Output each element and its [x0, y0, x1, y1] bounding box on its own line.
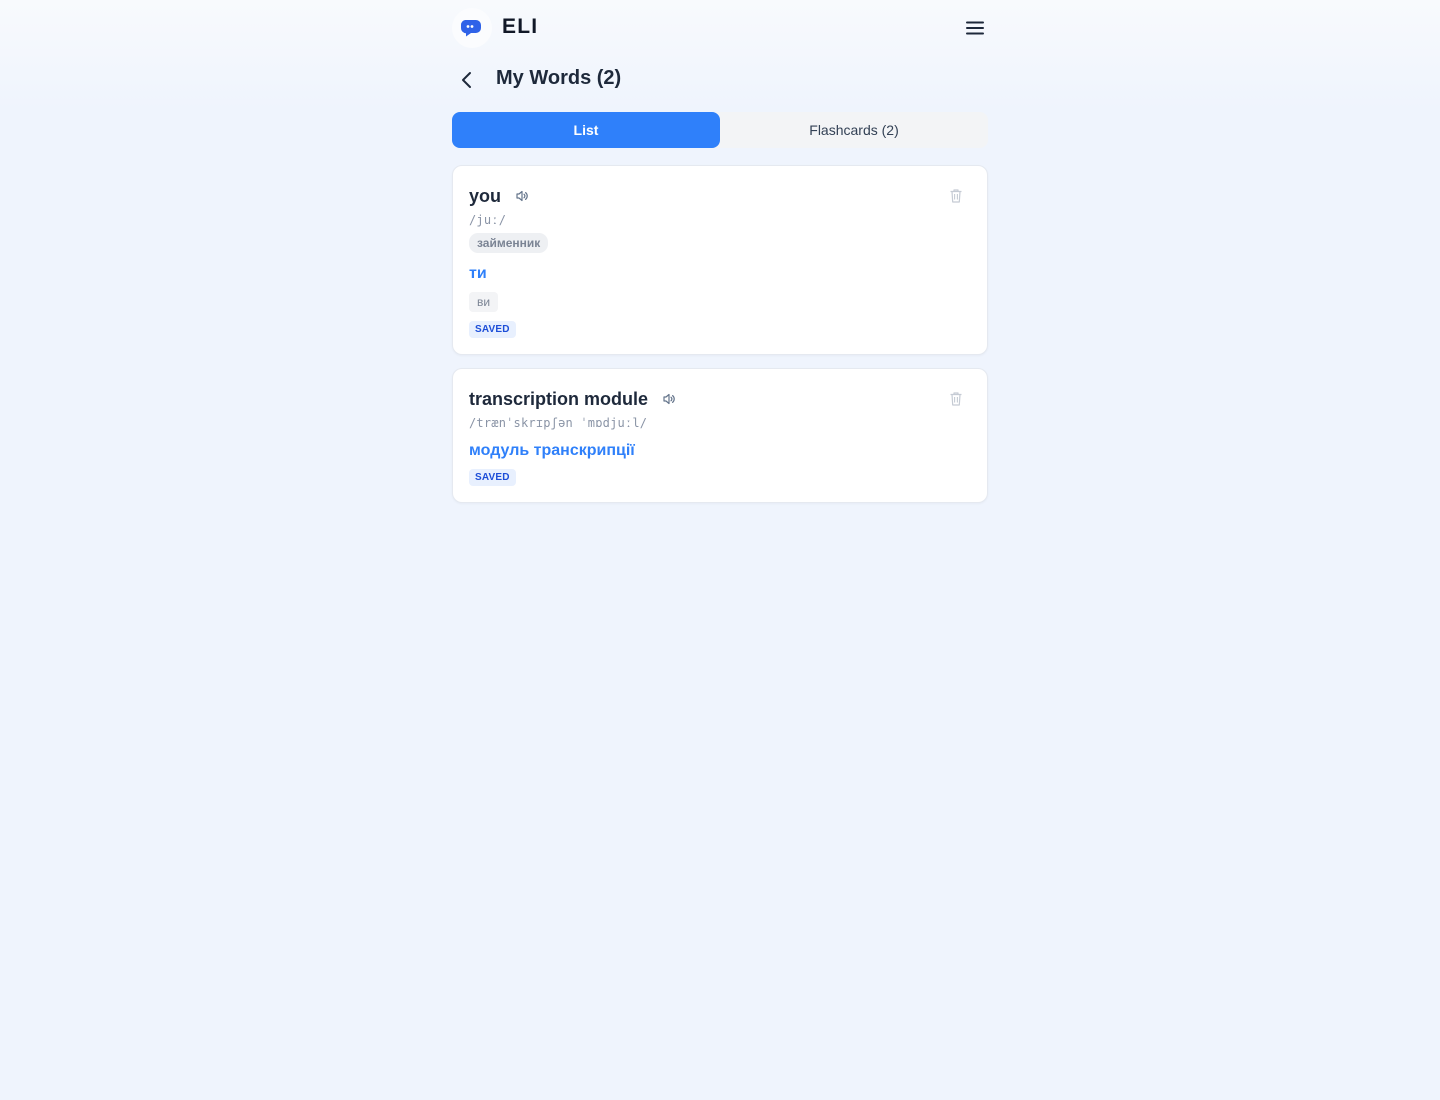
- tab-flashcards[interactable]: Flashcards (2): [720, 112, 988, 148]
- status-badge: SAVED: [469, 469, 516, 486]
- word-row: you: [469, 184, 971, 208]
- word-ipa: /trænˈskrɪpʃən ˈmɒdjuːl/: [469, 416, 648, 430]
- speaker-icon: [516, 190, 528, 202]
- word-translation: ти: [469, 265, 487, 282]
- logo[interactable]: [452, 8, 492, 48]
- word-card: transcription module /trænˈskrɪpʃən ˈmɒd…: [452, 368, 988, 503]
- trash-icon: [950, 189, 962, 203]
- brand-name: ELI: [502, 15, 539, 38]
- alternative-translation: ви: [469, 292, 499, 312]
- word-card: you /juː/ займенник ти ви SAVED: [452, 165, 988, 355]
- delete-button[interactable]: [949, 188, 963, 204]
- delete-button[interactable]: [949, 391, 963, 407]
- hamburger-menu-icon: [966, 21, 984, 35]
- trash-icon: [950, 392, 962, 406]
- pronounce-button[interactable]: [662, 392, 676, 406]
- chat-bubble-icon: [460, 20, 481, 37]
- status-badge: SAVED: [469, 321, 516, 338]
- pronounce-button[interactable]: [515, 189, 529, 203]
- page-title: My Words (2): [496, 67, 622, 89]
- title-row: My Words (2): [452, 56, 988, 112]
- back-button[interactable]: [458, 69, 476, 91]
- word-ipa: /juː/: [469, 213, 507, 227]
- menu-button[interactable]: [964, 17, 986, 39]
- app-container: ELI My Words (2) List Flashcards (2) you: [452, 0, 988, 503]
- part-of-speech-badge: займенник: [469, 233, 549, 253]
- word-text: you: [469, 185, 502, 206]
- word-row: transcription module: [469, 387, 971, 411]
- tab-list[interactable]: List: [452, 112, 720, 148]
- word-text: transcription module: [469, 388, 649, 409]
- word-translation: модуль транскрипції: [469, 442, 635, 459]
- view-tabs: List Flashcards (2): [452, 112, 988, 148]
- top-bar: ELI: [452, 0, 988, 56]
- speaker-icon: [663, 393, 675, 405]
- chevron-left-icon: [462, 72, 471, 88]
